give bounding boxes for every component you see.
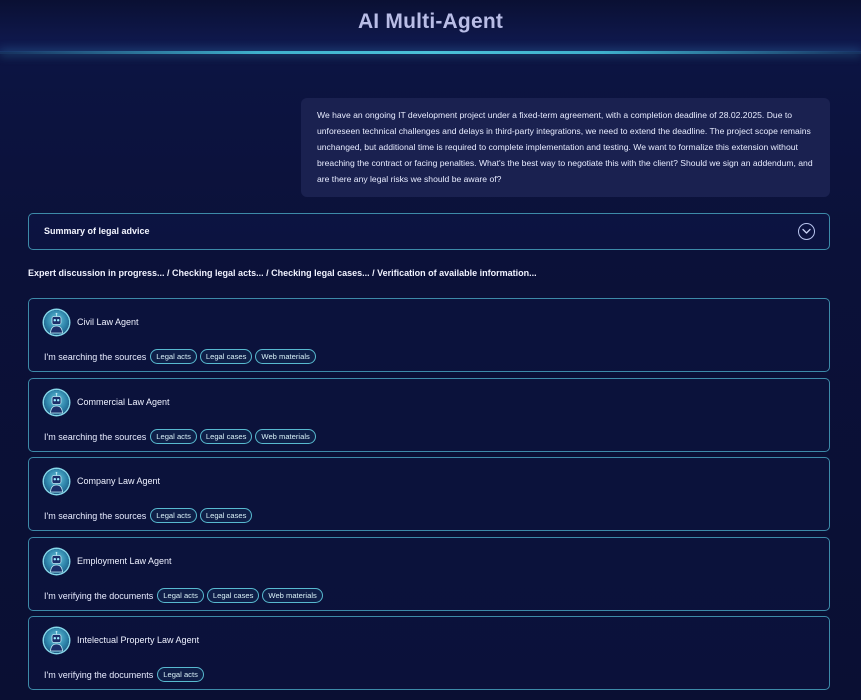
source-tag[interactable]: Legal cases bbox=[199, 429, 253, 444]
source-tag[interactable]: Legal acts bbox=[150, 429, 197, 444]
source-tag[interactable]: Legal cases bbox=[199, 508, 253, 523]
app-title: AI Multi-Agent bbox=[357, 10, 504, 33]
agent-status-row: I'm searching the sources Legal acts Legal… bbox=[44, 508, 253, 523]
app-page: AI Multi-Agent We have an ongoing IT dev… bbox=[0, 0, 861, 700]
progress-status-text: Expert discussion in progress... / Check… bbox=[28, 268, 537, 278]
source-tag[interactable]: Legal acts bbox=[157, 588, 204, 603]
agent-name: Commercial Law Agent bbox=[77, 397, 170, 407]
source-tag[interactable]: Web materials bbox=[262, 588, 323, 603]
source-tag-list: Legal acts Legal cases Web materials bbox=[157, 588, 323, 603]
agent-name: Intelectual Property Law Agent bbox=[77, 635, 200, 645]
agent-status-row: I'm searching the sources Legal acts Legal… bbox=[44, 349, 316, 364]
robot-avatar-icon bbox=[44, 628, 69, 653]
source-tag[interactable]: Legal acts bbox=[150, 349, 197, 364]
agent-status-row: I'm verifying the documents Legal acts bbox=[44, 667, 204, 682]
agent-status-text: I'm searching the sources bbox=[44, 351, 147, 362]
source-tag-list: Legal acts Legal cases Web materials bbox=[150, 349, 316, 364]
source-tag[interactable]: Web materials bbox=[255, 349, 316, 364]
agent-status-text: I'm verifying the documents bbox=[44, 669, 154, 680]
source-tag[interactable]: Legal acts bbox=[150, 508, 197, 523]
app-header: AI Multi-Agent bbox=[0, 0, 861, 52]
source-tag[interactable]: Legal acts bbox=[157, 667, 204, 682]
agent-card[interactable]: Employment Law Agent I'm verifying the do… bbox=[28, 537, 830, 611]
agent-status-row: I'm searching the sources Legal acts Legal… bbox=[44, 429, 316, 444]
agent-name: Civil Law Agent bbox=[77, 317, 139, 327]
source-tag[interactable]: Web materials bbox=[255, 429, 316, 444]
agent-card[interactable]: Company Law Agent I'm searching the sourc… bbox=[28, 457, 830, 531]
agent-status-text: I'm verifying the documents bbox=[44, 590, 154, 601]
header-divider bbox=[0, 51, 861, 54]
robot-avatar-icon bbox=[44, 469, 69, 494]
agent-status-text: I'm searching the sources bbox=[44, 431, 147, 442]
source-tag-list: Legal acts bbox=[157, 667, 204, 682]
agent-name: Employment Law Agent bbox=[77, 556, 172, 566]
agent-status-text: I'm searching the sources bbox=[44, 510, 147, 521]
source-tag[interactable]: Legal cases bbox=[206, 588, 260, 603]
robot-avatar-icon bbox=[44, 310, 69, 335]
agent-card[interactable]: Civil Law Agent I'm searching the sources… bbox=[28, 298, 830, 372]
user-message-bubble: We have an ongoing IT development projec… bbox=[301, 98, 830, 197]
agent-card[interactable]: Intelectual Property Law Agent I'm verify… bbox=[28, 616, 830, 690]
robot-avatar-icon bbox=[44, 390, 69, 415]
agent-status-row: I'm verifying the documents Legal acts Leg… bbox=[44, 588, 323, 603]
chevron-down-icon[interactable] bbox=[798, 223, 815, 240]
source-tag-list: Legal acts Legal cases bbox=[150, 508, 253, 523]
source-tag[interactable]: Legal cases bbox=[199, 349, 253, 364]
source-tag-list: Legal acts Legal cases Web materials bbox=[150, 429, 316, 444]
agent-name: Company Law Agent bbox=[77, 476, 161, 486]
summary-accordion[interactable]: Summary of legal advice bbox=[28, 213, 830, 250]
robot-avatar-icon bbox=[44, 549, 69, 574]
agent-card[interactable]: Commercial Law Agent I'm searching the so… bbox=[28, 378, 830, 452]
summary-title: Summary of legal advice bbox=[44, 226, 150, 236]
